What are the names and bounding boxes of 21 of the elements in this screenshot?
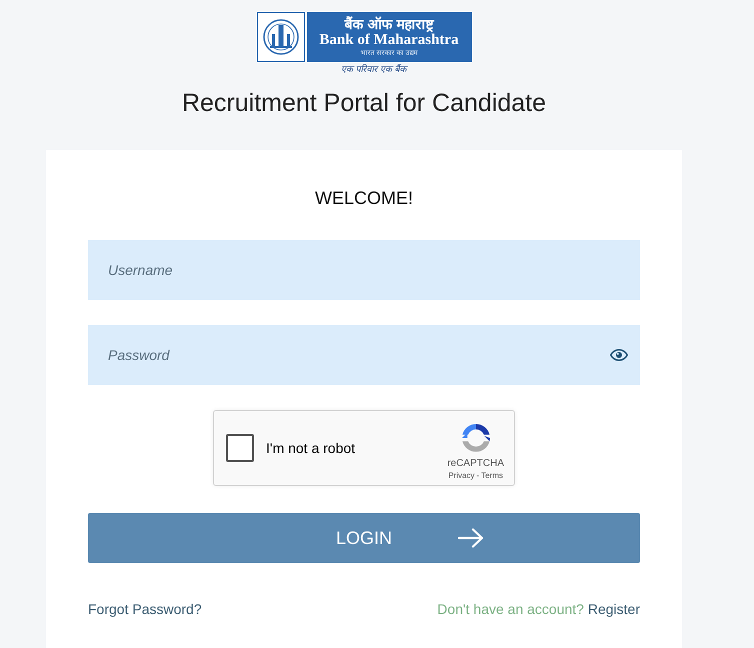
captcha-policy-link[interactable]: Terms — [481, 470, 503, 480]
register-link[interactable]: Register — [588, 601, 640, 617]
link-separator: - — [476, 470, 480, 480]
captcha-policy-link[interactable]: Privacy — [448, 470, 475, 480]
welcome-heading: WELCOME! — [314, 187, 413, 210]
logo-tagline: एक परिवार एक बैंक — [340, 63, 407, 75]
bank-name: Bank of Maharashtra — [319, 32, 459, 49]
captcha-brand: reCAPTCHA — [447, 458, 504, 470]
bank-name-hindi: बैंक ऑफ महाराष्ट्र — [344, 16, 434, 32]
password-field[interactable]: Password — [88, 325, 640, 385]
emblem-icon — [256, 12, 304, 62]
circular-arrows-icon — [462, 424, 490, 452]
login-button[interactable]: LOGIN — [88, 513, 640, 563]
captcha-label: I'm not a robot — [266, 438, 356, 458]
arrow-right-icon — [458, 528, 484, 548]
captcha-checkbox[interactable] — [226, 434, 254, 462]
page-title: Recruitment Portal for Candidate — [182, 88, 546, 118]
forgot-password-link[interactable]: Forgot Password? — [88, 599, 202, 620]
eye-icon[interactable] — [610, 349, 628, 361]
username-field[interactable]: Username — [88, 240, 640, 300]
register-prompt: Don't have an account? Register — [437, 600, 640, 619]
